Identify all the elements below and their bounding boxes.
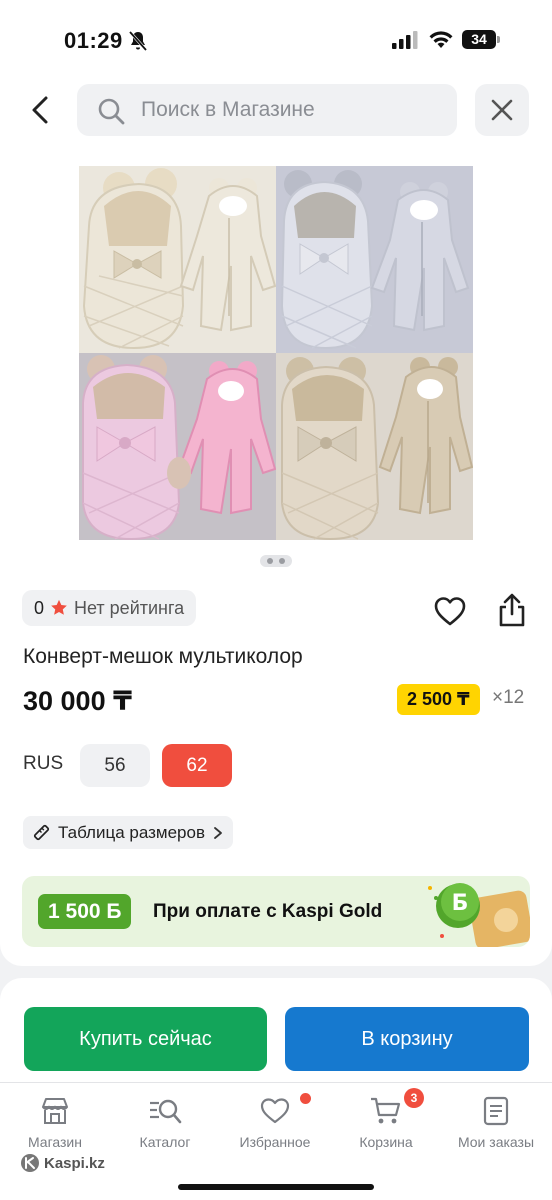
chevron-right-icon: [214, 826, 222, 839]
add-to-cart-button[interactable]: В корзину: [285, 1007, 529, 1071]
kaspi-logo-icon: [21, 1154, 39, 1172]
cart-icon: [371, 1097, 401, 1124]
size-option-56[interactable]: 56: [80, 744, 150, 787]
search-header: Поиск в Магазине: [0, 80, 552, 152]
product-photo-beige: [276, 353, 473, 540]
installment-months: ×12: [492, 687, 525, 708]
battery-indicator: 34: [462, 30, 496, 49]
tab-label: Магазин: [27, 1134, 82, 1150]
tab-label: Избранное: [239, 1134, 311, 1150]
size-option-62-selected[interactable]: 62: [162, 744, 232, 787]
ruler-icon: [33, 824, 50, 841]
size-table-label: Таблица размеров: [58, 822, 205, 842]
tab-shop[interactable]: Магазин: [0, 1095, 110, 1155]
bell-off-icon: [128, 31, 148, 51]
rating-count: 0: [34, 597, 45, 618]
svg-text:Б: Б: [452, 891, 469, 916]
pagination-dot: [279, 558, 285, 564]
gallery-pagination: [260, 555, 292, 567]
rating-chip[interactable]: 0 Нет рейтинга: [22, 590, 197, 626]
pagination-dot: [267, 558, 273, 564]
product-photo-pink: [79, 353, 276, 540]
tab-catalog[interactable]: Каталог: [110, 1095, 220, 1155]
orders-icon: [483, 1096, 509, 1126]
action-buttons-panel: Купить сейчас В корзину: [0, 978, 552, 1082]
cellular-signal-icon: [392, 31, 418, 49]
tab-favorites[interactable]: Избранное: [220, 1093, 330, 1155]
rating-text: Нет рейтинга: [74, 597, 185, 618]
favorite-heart-icon[interactable]: [433, 595, 467, 629]
buy-now-button[interactable]: Купить сейчас: [24, 1007, 267, 1071]
catalog-search-icon: [150, 1099, 182, 1124]
close-button[interactable]: [475, 84, 529, 136]
gold-bonus-badge: 1 500 Б: [38, 894, 132, 929]
search-placeholder: Поиск в Магазине: [141, 98, 315, 121]
gold-banner-text: При оплате с Kaspi Gold: [153, 901, 383, 922]
wifi-icon: [429, 31, 453, 48]
tab-label: Корзина: [359, 1134, 413, 1150]
star-icon: [51, 599, 67, 615]
back-arrow-icon[interactable]: [26, 94, 58, 126]
installment-price-badge[interactable]: 2 500 ₸: [397, 684, 480, 715]
product-title: Конверт-мешок мультиколор: [23, 645, 303, 668]
product-image-gallery[interactable]: [79, 166, 473, 540]
favorites-notification-dot: [300, 1093, 311, 1104]
home-indicator: [178, 1184, 374, 1190]
tab-cart[interactable]: 3 Корзина: [331, 1088, 441, 1155]
size-system-label: RUS: [23, 753, 64, 774]
search-icon: [98, 98, 125, 125]
product-photo-gray: [276, 166, 473, 353]
battery-nub: [497, 36, 500, 43]
search-input[interactable]: Поиск в Магазине: [77, 84, 457, 136]
bottom-tab-bar: Магазин Каталог Избранное 3 Корзина Мои …: [0, 1082, 552, 1200]
tab-label: Каталог: [139, 1134, 191, 1150]
close-icon: [491, 99, 513, 121]
share-icon[interactable]: [496, 592, 528, 628]
tab-my-orders[interactable]: Мои заказы: [441, 1095, 551, 1155]
cart-count-badge: 3: [404, 1088, 424, 1108]
product-price: 30 000 ₸: [23, 686, 132, 716]
heart-icon: [260, 1098, 290, 1124]
kaspi-gold-card-icon: Б: [428, 883, 530, 947]
shop-icon: [42, 1098, 68, 1124]
kaspi-gold-banner[interactable]: 1 500 Б При оплате с Kaspi Gold Б: [22, 876, 530, 947]
status-time: 01:29: [64, 28, 123, 53]
size-table-link[interactable]: Таблица размеров: [23, 816, 233, 849]
product-photo-cream: [79, 166, 276, 353]
watermark-text: Kaspi.kz: [44, 1154, 105, 1172]
kaspi-watermark: Kaspi.kz: [20, 1153, 105, 1173]
status-bar: 01:29 34: [0, 0, 552, 80]
product-card: 0 Нет рейтинга Конверт-мешок мультиколор…: [0, 152, 552, 966]
tab-label: Мои заказы: [457, 1134, 535, 1150]
